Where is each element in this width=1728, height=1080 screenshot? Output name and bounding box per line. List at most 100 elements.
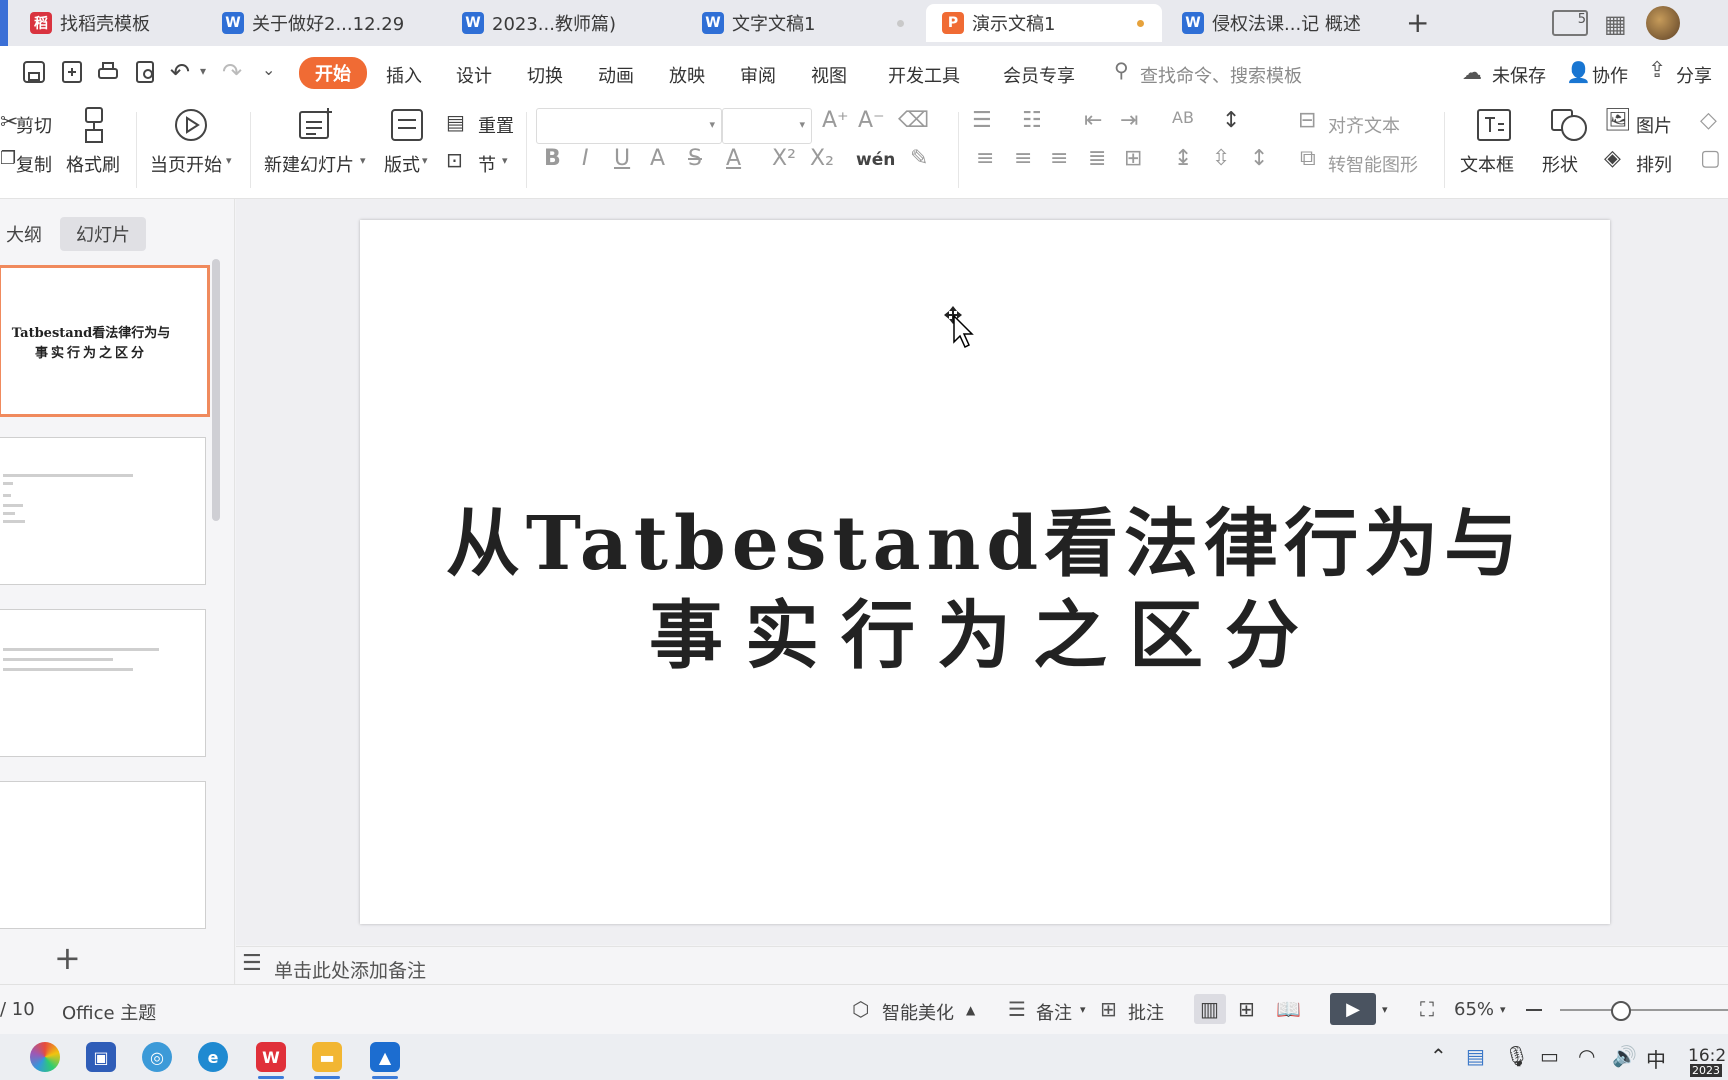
menu-developer[interactable]: 开发工具 [888,62,960,88]
menu-design[interactable]: 设计 [456,62,492,88]
comments-button[interactable]: 批注 [1128,999,1164,1025]
smart-art-button[interactable]: 转智能图形 [1328,151,1418,177]
tab-doc-1[interactable]: W 关于做好2...12.29 [206,4,442,42]
clock-time[interactable]: 16:2 [1688,1046,1726,1066]
command-search-input[interactable]: 查找命令、搜索模板 [1140,62,1302,88]
wps-office-icon[interactable]: W [256,1042,286,1072]
undo-icon[interactable]: ↶ [170,58,190,86]
photos-app-icon[interactable]: ▲ [370,1042,400,1072]
dropdown-caret-icon[interactable]: ▾ [422,154,428,167]
zoom-slider-track[interactable] [1560,1009,1728,1011]
format-painter-button[interactable]: 格式刷 [66,151,120,177]
copy-button[interactable]: 复制 [16,151,52,177]
section-button[interactable]: 节 [478,151,496,177]
file-explorer-icon[interactable]: ▬ [312,1042,342,1072]
layout-button[interactable]: 版式 [384,151,420,177]
align-text-button[interactable]: 对齐文本 [1328,112,1400,138]
dropdown-caret-icon[interactable]: ▾ [226,154,232,167]
zoom-slider-handle[interactable] [1611,1001,1631,1021]
font-family-select[interactable]: ▾ [536,108,722,144]
superscript-icon[interactable]: X² [772,146,796,171]
paragraph-spacing-icon[interactable]: ↨ [1174,146,1192,171]
dropdown-caret-icon[interactable]: ▾ [360,154,366,167]
outline-icon[interactable]: ▢ [1700,146,1721,171]
tab-slides[interactable]: 幻灯片 [60,217,146,251]
shape-button[interactable]: 形状 [1542,151,1578,177]
fit-window-icon[interactable]: ⛶ [1420,997,1434,1021]
dropdown-caret-icon[interactable]: ▾ [1382,1003,1388,1016]
clear-format-icon[interactable]: ⌫ [898,108,929,133]
zoom-level[interactable]: 65% [1454,999,1494,1020]
apps-grid-icon[interactable]: ▦ [1604,10,1627,38]
notes-toggle-button[interactable]: 备注 [1036,999,1072,1025]
slide-title-line-1[interactable]: 从Tatbestand看法律行为与 [360,484,1610,591]
subscript-icon[interactable]: X₂ [810,146,834,171]
new-tab-plus-icon[interactable]: + [1406,6,1429,39]
font-size-select[interactable]: ▾ [722,108,812,144]
picture-button[interactable]: 图片 [1636,112,1672,138]
numbered-list-icon[interactable]: ☷ [1022,108,1042,133]
volume-icon[interactable]: 🔊 [1612,1044,1637,1068]
menu-view[interactable]: 视图 [811,62,847,88]
zoom-out-icon[interactable] [1526,1009,1542,1011]
cut-button[interactable]: 剪切 [16,112,52,138]
microphone-icon[interactable]: 🎙 [1504,1044,1529,1068]
undo-dropdown-icon[interactable]: ▾ [200,64,206,78]
store-icon[interactable]: ▣ [86,1042,116,1072]
start-menu-icon[interactable] [30,1042,60,1072]
text-direction-icon[interactable]: AB [1172,108,1194,127]
decrease-indent-icon[interactable]: ⇤ [1084,108,1102,133]
menu-insert[interactable]: 插入 [386,62,422,88]
current-slide[interactable]: 从Tatbestand看法律行为与 事实行为之区分 [360,220,1610,924]
reading-view-icon[interactable]: 📖 [1276,997,1301,1021]
highlight-icon[interactable]: ✎ [910,146,928,171]
play-slideshow-button[interactable]: ▶ [1330,993,1376,1025]
italic-icon[interactable]: I [582,146,589,171]
edge-browser-icon[interactable]: e [198,1042,228,1072]
phonetic-guide-button[interactable]: wén [856,150,895,170]
tab-presentation-active[interactable]: P 演示文稿1 [926,4,1162,42]
tab-docer[interactable]: 稻 找稻壳模板 [14,4,202,42]
menu-slideshow[interactable]: 放映 [669,62,705,88]
decrease-font-icon[interactable]: A⁻ [858,108,885,133]
tab-doc-4[interactable]: W 侵权法课...记 概述 [1166,4,1402,42]
sort-icon[interactable]: ↕ [1222,108,1240,133]
print-icon[interactable] [96,60,120,84]
increase-indent-icon[interactable]: ⇥ [1120,108,1138,133]
align-center-icon[interactable]: ≡ [1014,146,1032,171]
slide-thumbnail-4[interactable] [0,781,206,929]
align-left-icon[interactable]: ≡ [976,146,994,171]
unsaved-status[interactable]: 未保存 [1492,62,1546,88]
save-icon[interactable] [22,60,46,84]
print-preview-icon[interactable] [134,60,158,84]
notes-placeholder[interactable]: 单击此处添加备注 [274,956,426,983]
input-method-indicator[interactable]: 中 [1646,1044,1666,1073]
caret-up-icon[interactable]: ▲ [966,1003,975,1017]
align-right-icon[interactable]: ≡ [1050,146,1068,171]
tab-outline[interactable]: 大纲 [0,217,58,251]
bullet-list-icon[interactable]: ☰ [972,108,992,133]
slide-thumbnail-2[interactable] [0,437,206,585]
add-slide-plus-icon[interactable]: + [54,939,81,977]
tab-doc-3[interactable]: W 文字文稿1 [686,4,922,42]
distribute-icon[interactable]: ⊞ [1124,146,1142,171]
play-from-current-button[interactable]: 当页开始 [150,151,222,177]
share-button[interactable]: 分享 [1676,62,1712,88]
avatar[interactable] [1646,6,1680,40]
justify-icon[interactable]: ≣ [1088,146,1106,171]
reset-button[interactable]: 重置 [478,112,514,138]
dropdown-caret-icon[interactable]: ▾ [502,154,508,167]
menu-transition[interactable]: 切换 [527,62,563,88]
menu-member[interactable]: 会员专享 [1003,62,1075,88]
slide-thumbnail-1[interactable]: Tatbestand看法律行为与 事实行为之区分 [0,265,210,417]
redo-icon[interactable]: ↷ [222,58,242,86]
new-slide-button[interactable]: 新建幻灯片 [264,151,354,177]
bold-icon[interactable]: B [544,146,561,171]
slide-sorter-icon[interactable]: ⊞ [1238,997,1255,1021]
menu-animation[interactable]: 动画 [598,62,634,88]
arrange-button[interactable]: 排列 [1636,151,1672,177]
underline-icon[interactable]: U [614,146,630,171]
theme-name[interactable]: Office 主题 [62,999,156,1025]
window-layout-icon[interactable]: 5 [1552,10,1588,36]
font-color-icon[interactable]: A [726,146,741,171]
